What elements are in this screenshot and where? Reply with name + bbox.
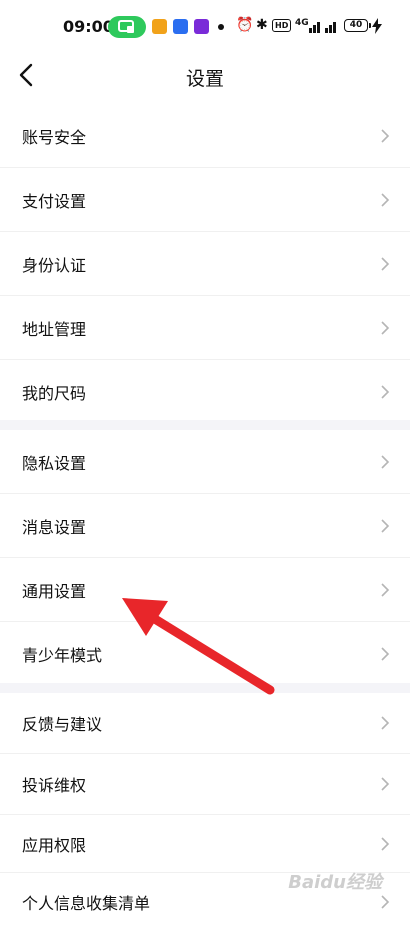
settings-item-account-security[interactable]: 账号安全: [0, 104, 410, 168]
alarm-icon: ⏰: [236, 17, 254, 33]
chevron-right-icon: [381, 777, 390, 791]
settings-item-label: 地址管理: [22, 319, 87, 339]
settings-item-address[interactable]: 地址管理: [0, 296, 410, 360]
app-notification-icon: [152, 19, 167, 34]
settings-item-label: 我的尺码: [22, 383, 87, 403]
settings-item-privacy[interactable]: 隐私设置: [0, 430, 410, 494]
settings-item-label: 隐私设置: [22, 453, 87, 473]
settings-item-label: 应用权限: [22, 835, 87, 855]
chevron-right-icon: [381, 716, 390, 730]
screen-cast-pill[interactable]: [108, 16, 146, 38]
settings-item-label: 青少年模式: [22, 645, 103, 665]
settings-item-label: 通用设置: [22, 581, 87, 601]
chevron-right-icon: [381, 454, 390, 469]
settings-item-app-permissions[interactable]: 应用权限: [0, 815, 410, 873]
page-title: 设置: [185, 68, 224, 90]
chevron-right-icon: [381, 894, 390, 909]
settings-group-account: 账号安全 支付设置 身份认证 地址管理 我的尺码: [0, 104, 410, 423]
chevron-right-icon: [381, 320, 390, 335]
settings-group-general: 隐私设置 消息设置 通用设置 青少年模式: [0, 430, 410, 685]
settings-item-complaints[interactable]: 投诉维权: [0, 754, 410, 815]
chevron-right-icon: [381, 518, 390, 533]
settings-item-label: 身份认证: [22, 255, 87, 275]
section-divider: [0, 420, 410, 430]
settings-item-payment[interactable]: 支付设置: [0, 168, 410, 232]
signal-strength-icon: [309, 22, 336, 33]
battery-icon: 40: [344, 19, 371, 32]
settings-item-label: 消息设置: [22, 517, 87, 537]
chevron-right-icon: [381, 836, 390, 851]
section-divider: [0, 683, 410, 693]
settings-item-my-size[interactable]: 我的尺码: [0, 360, 410, 423]
settings-item-messages[interactable]: 消息设置: [0, 494, 410, 558]
battery-level: 40: [349, 20, 363, 30]
bluetooth-icon: ✱: [256, 17, 268, 33]
translate-app-icon: [173, 19, 188, 34]
chevron-right-icon: [381, 646, 390, 661]
settings-item-label: 账号安全: [22, 127, 87, 147]
settings-item-feedback[interactable]: 反馈与建议: [0, 693, 410, 754]
status-bar: 09:00 ⏰ ✱ HD 4G 40: [0, 0, 410, 52]
video-app-icon: [194, 19, 209, 34]
status-time: 09:00: [63, 17, 114, 36]
chevron-right-icon: [381, 582, 390, 597]
settings-item-general[interactable]: 通用设置: [0, 558, 410, 622]
settings-item-label: 支付设置: [22, 191, 87, 211]
more-notifications-icon: [218, 24, 224, 30]
settings-item-label: 反馈与建议: [22, 715, 103, 734]
settings-item-teen-mode[interactable]: 青少年模式: [0, 622, 410, 685]
settings-group-support: 反馈与建议 投诉维权 应用权限 个人信息收集清单: [0, 693, 410, 930]
settings-item-label: 投诉维权: [22, 776, 87, 795]
nav-bar: 设置: [0, 52, 410, 102]
chevron-right-icon: [381, 128, 390, 143]
settings-item-identity-verification[interactable]: 身份认证: [0, 232, 410, 296]
charging-icon: [372, 18, 382, 34]
chevron-right-icon: [381, 256, 390, 271]
screen-cast-icon: [118, 20, 134, 33]
chevron-right-icon: [381, 192, 390, 207]
network-type-label: 4G: [295, 18, 309, 28]
baidu-watermark: Baidu经验: [288, 872, 382, 893]
chevron-right-icon: [381, 384, 390, 399]
hd-badge: HD: [272, 19, 292, 32]
settings-item-label: 个人信息收集清单: [22, 893, 151, 913]
